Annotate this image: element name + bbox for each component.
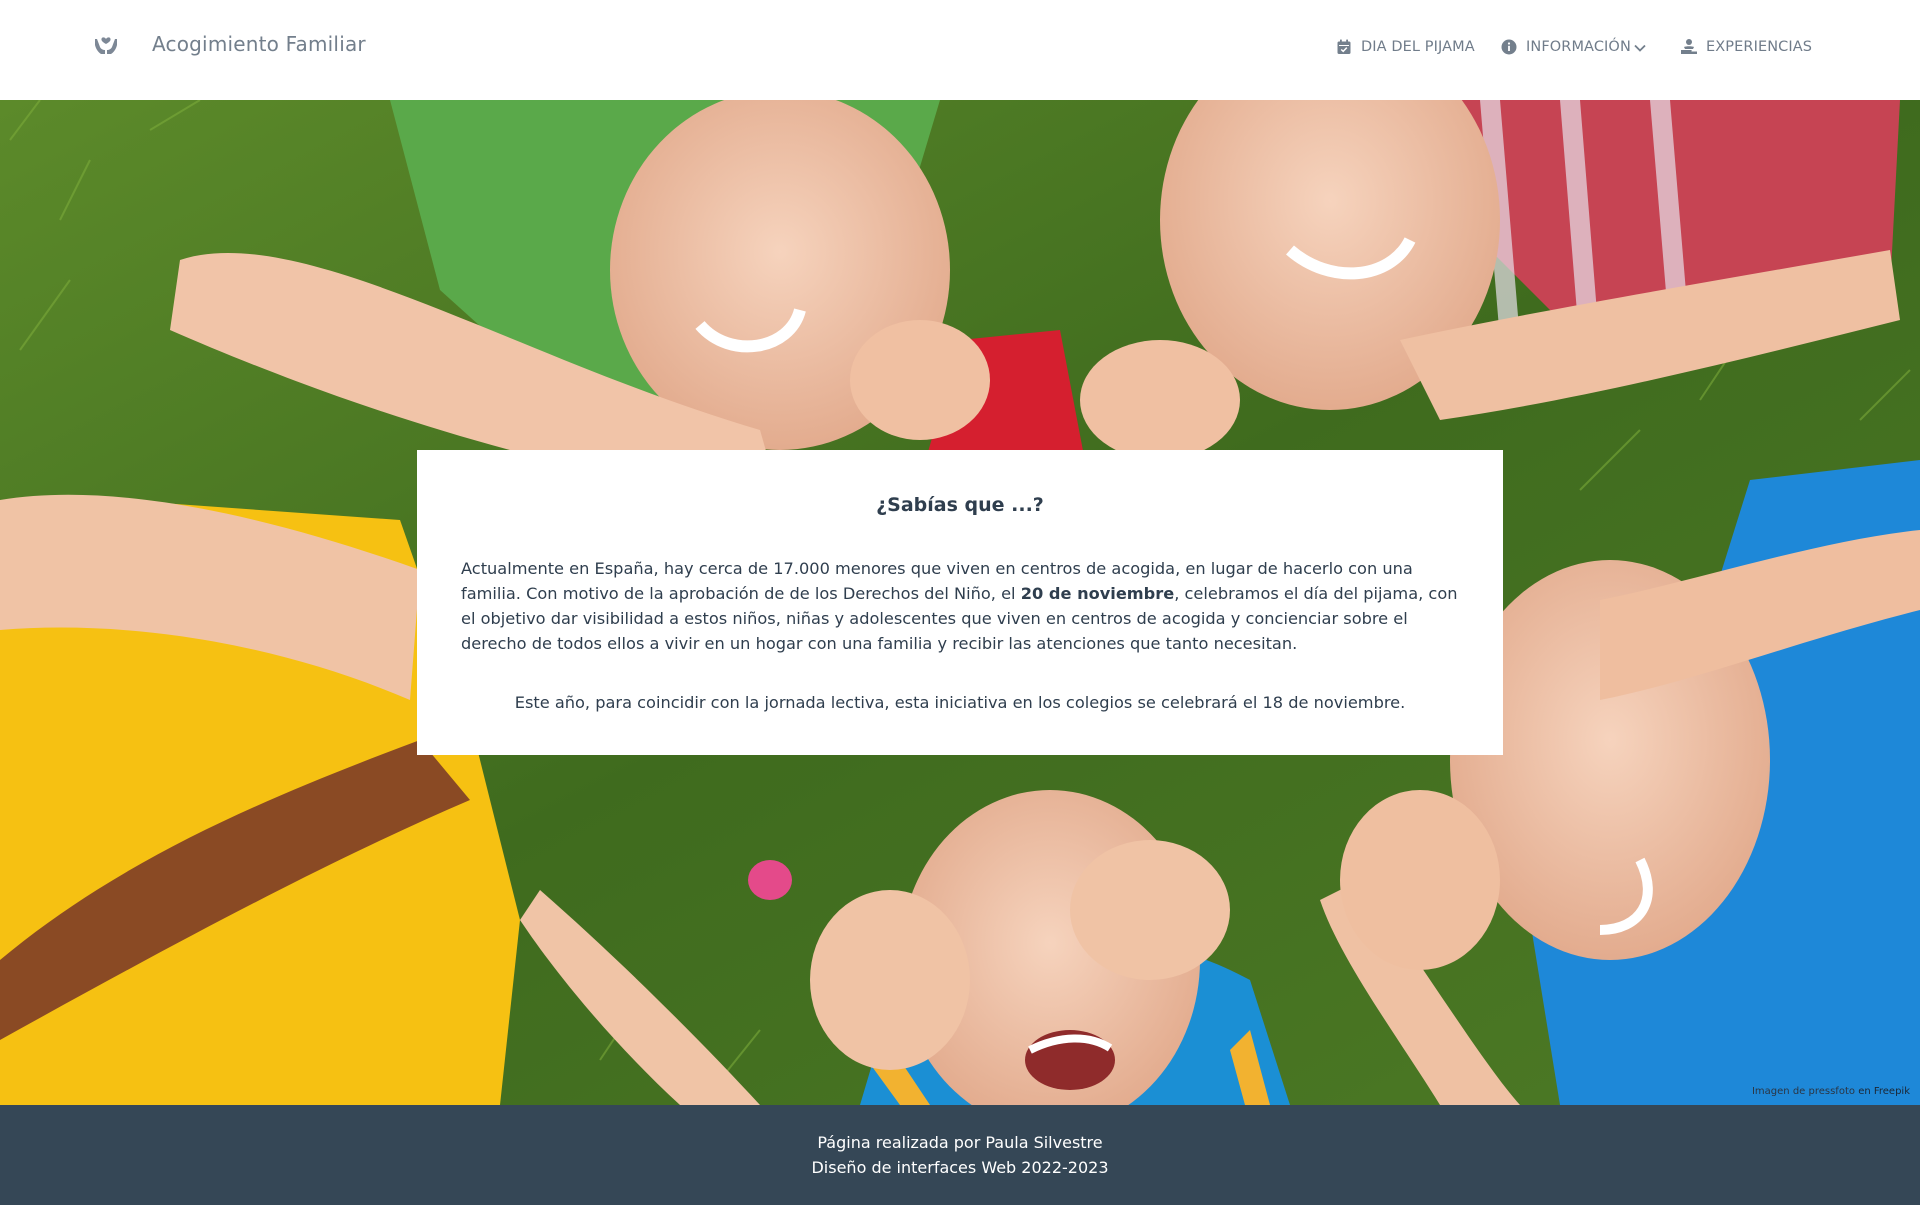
card-paragraph-2: Este año, para coincidir con la jornada … [514,693,1406,712]
nav-label-dia-del-pijama: DIA DEL PIJAMA [1361,39,1475,55]
person-hands-icon [1680,38,1698,56]
nav-item-informacion[interactable]: INFORMACIÓN [1500,38,1647,56]
photo-credit-text: Imagen de pressfoto [1751,1086,1855,1097]
footer-author: Página realizada por Paula Silvestre [817,1133,1103,1152]
nav-label-experiencias: EXPERIENCIAS [1706,39,1813,55]
brand-link[interactable]: Acogimiento Familiar [92,30,366,58]
footer-course: Diseño de interfaces Web 2022-2023 [811,1158,1109,1177]
nav-item-dia-del-pijama[interactable]: DIA DEL PIJAMA [1335,38,1475,56]
info-card: ¿Sabías que ...? Actualmente en España, … [417,450,1503,755]
chevron-down-icon [1633,40,1647,54]
card-title: ¿Sabías que ...? [876,494,1044,516]
card-paragraph-1: Actualmente en España, hay cerca de 17.0… [461,556,1461,656]
brand-name: Acogimiento Familiar [152,32,366,56]
hands-heart-icon [92,30,120,58]
info-circle-icon [1500,38,1518,56]
nav-item-experiencias[interactable]: EXPERIENCIAS [1680,38,1812,56]
footer: Página realizada por Paula Silvestre Dis… [0,1105,1920,1205]
photo-credit: Imagen de pressfoto en Freepik [1752,1086,1910,1097]
photo-credit-link[interactable]: en Freepik [1858,1086,1910,1097]
card-paragraph-1-date: 20 de noviembre [1020,584,1175,603]
nav-label-informacion: INFORMACIÓN [1526,39,1631,55]
navbar: Acogimiento Familiar DIA DEL PIJAMA INFO… [0,0,1920,100]
calendar-icon [1335,38,1353,56]
